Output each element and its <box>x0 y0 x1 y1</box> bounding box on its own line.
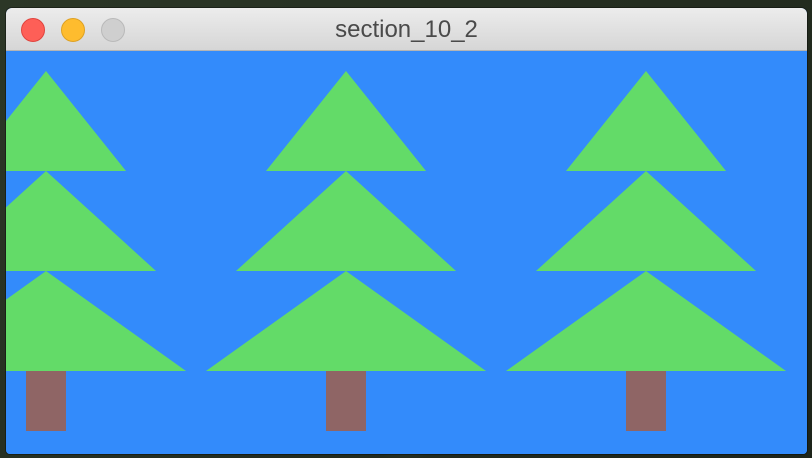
title-bar[interactable]: section_10_2 <box>6 8 807 51</box>
tree-foliage-tier-1 <box>6 71 126 171</box>
tree-foliage-tier-2 <box>536 171 756 271</box>
app-window: section_10_2 <box>6 8 807 454</box>
tree-scene <box>6 71 786 431</box>
tree-foliage-tier-1 <box>566 71 726 171</box>
tree-foliage-tier-2 <box>6 171 156 271</box>
tree-foliage-tier-3 <box>6 271 186 371</box>
tree-3 <box>506 71 786 431</box>
tree-2 <box>206 71 486 431</box>
tree-trunk <box>26 371 66 431</box>
tree-foliage-tier-2 <box>236 171 456 271</box>
tree-foliage-tier-3 <box>506 271 786 371</box>
tree-trunk <box>326 371 366 431</box>
window-title: section_10_2 <box>335 16 478 43</box>
tree-foliage-tier-3 <box>206 271 486 371</box>
tree-trunk <box>626 371 666 431</box>
drawing-canvas <box>6 51 807 454</box>
tree-1 <box>6 71 186 431</box>
tree-foliage-tier-1 <box>266 71 426 171</box>
